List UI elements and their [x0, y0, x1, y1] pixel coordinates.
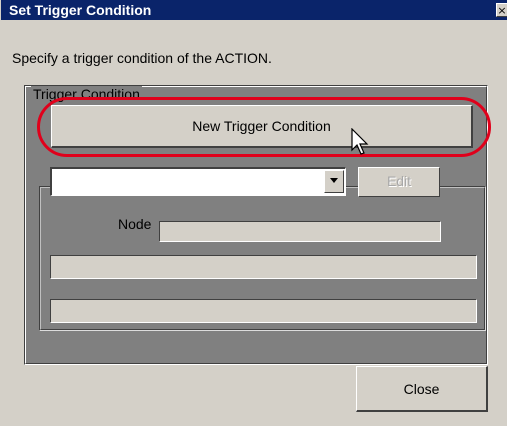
close-icon[interactable]: ×	[496, 3, 507, 17]
condition-field-2	[50, 299, 477, 323]
mouse-pointer-icon	[351, 128, 369, 155]
title-bar[interactable]: Set Trigger Condition ×	[1, 0, 507, 20]
close-button[interactable]: Close	[356, 366, 488, 412]
edit-button[interactable]: Edit	[358, 167, 440, 197]
edit-button-label: Edit	[386, 173, 412, 189]
node-label: Node	[118, 216, 152, 232]
node-field	[159, 221, 441, 242]
instruction-text: Specify a trigger condition of the ACTIO…	[12, 50, 272, 66]
new-trigger-condition-button[interactable]: New Trigger Condition	[51, 105, 473, 148]
condition-field-1	[50, 255, 477, 279]
group-label: Trigger Condition	[31, 86, 142, 102]
set-trigger-condition-dialog: Set Trigger Condition × Specify a trigge…	[0, 0, 507, 426]
window-title: Set Trigger Condition	[9, 2, 152, 18]
chevron-down-icon[interactable]	[324, 170, 344, 193]
trigger-condition-select[interactable]	[50, 167, 346, 196]
